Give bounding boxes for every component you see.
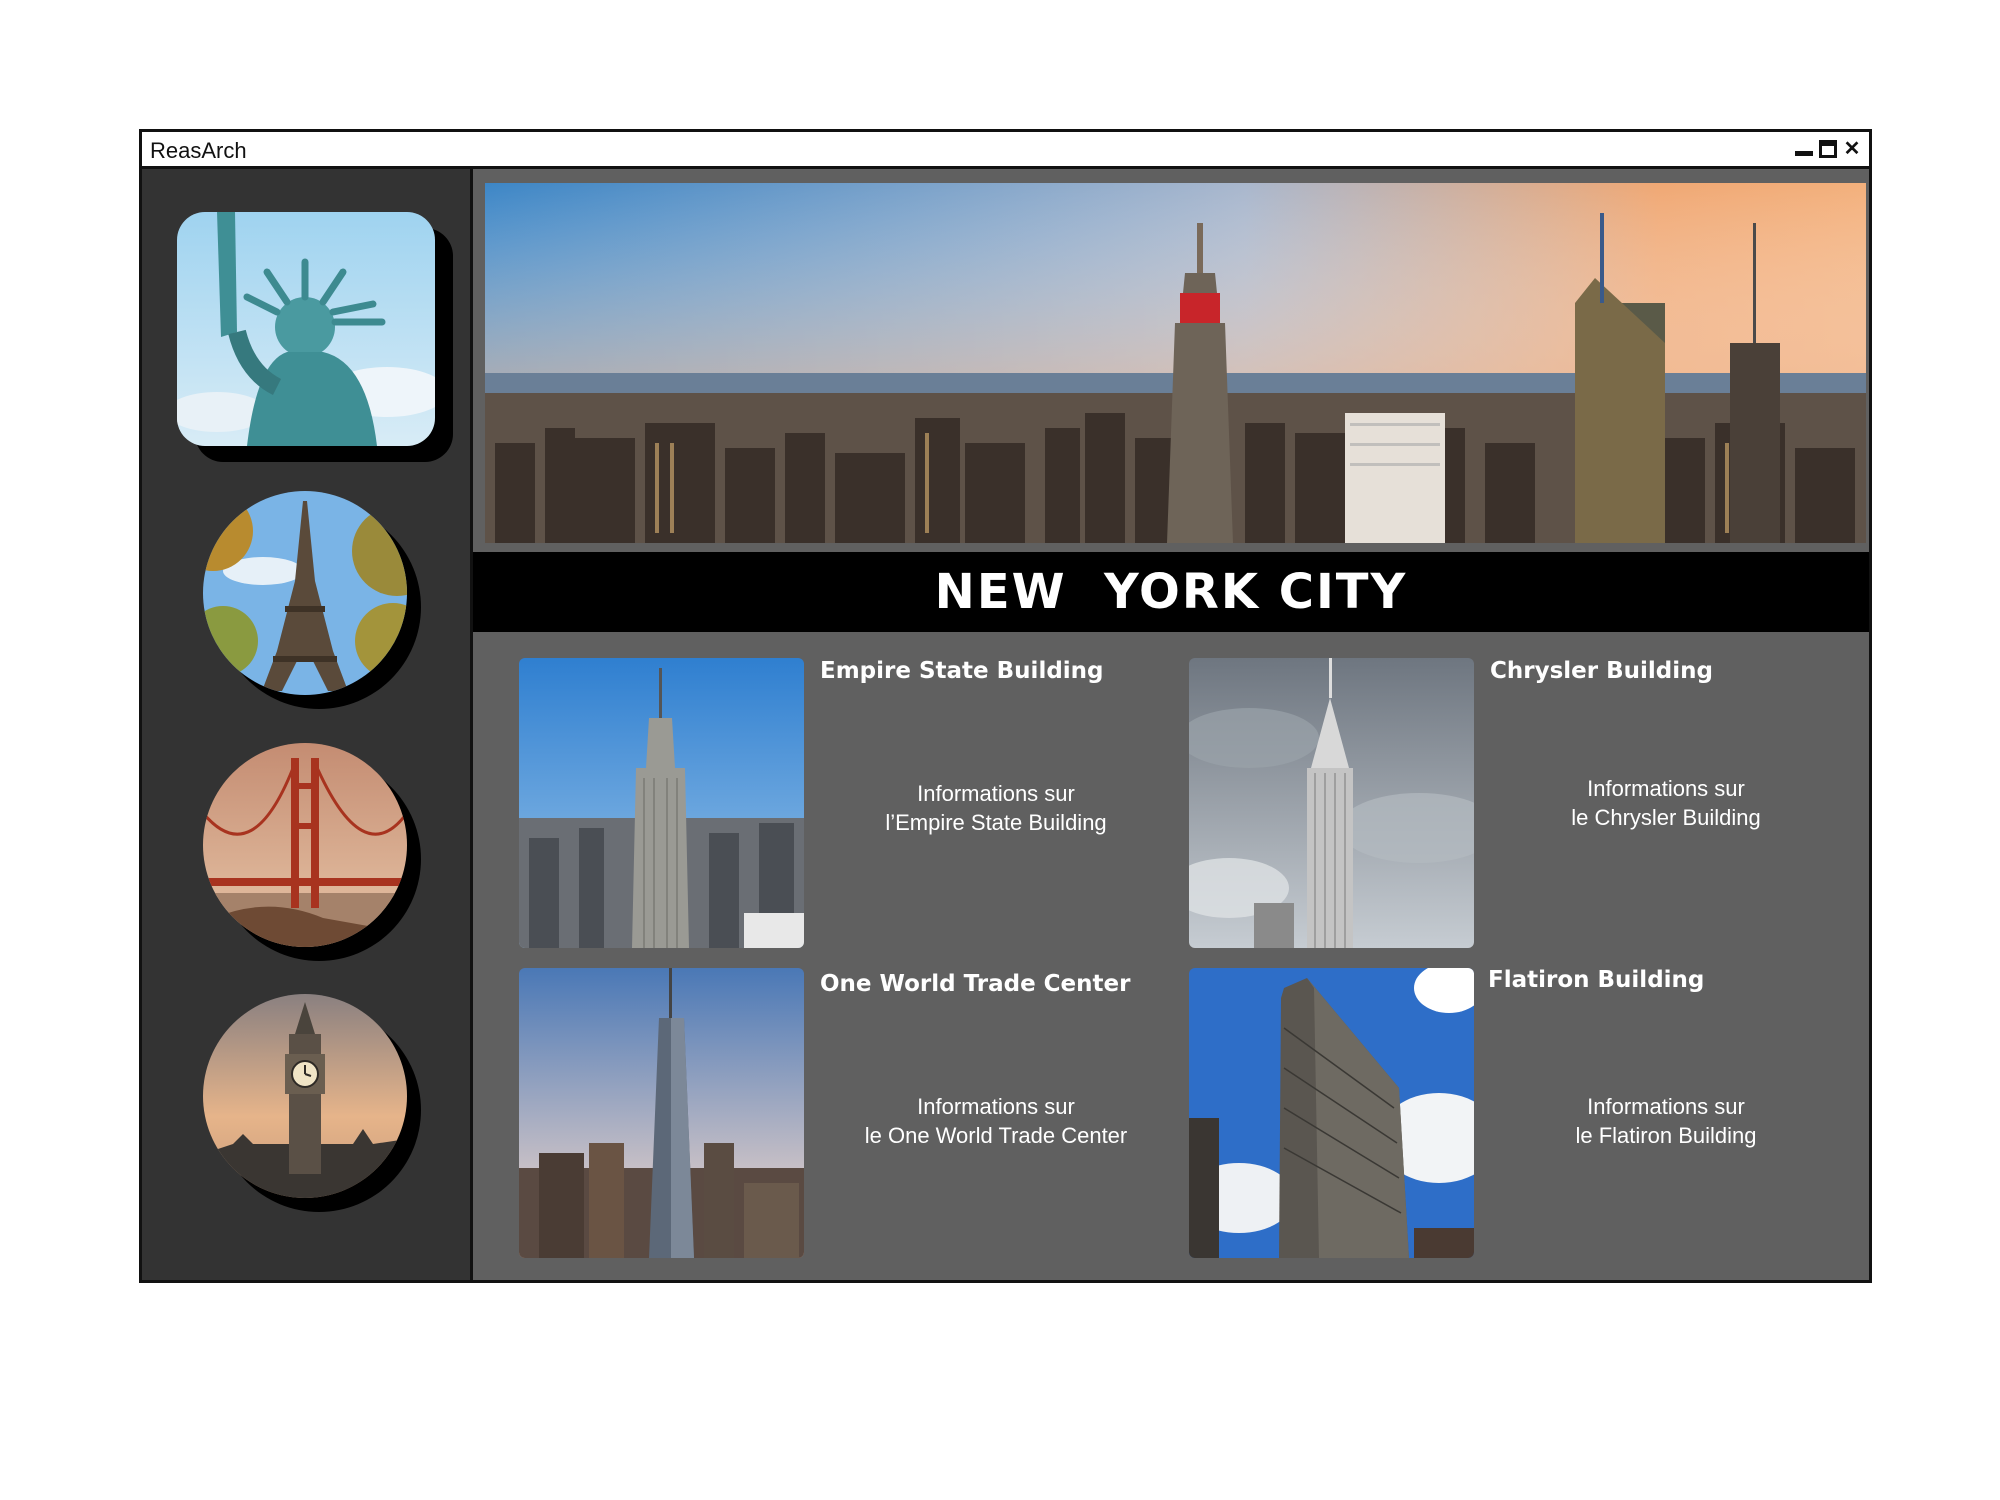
card-info: Informations sur le Flatiron Building <box>1481 1092 1851 1150</box>
minimize-icon[interactable] <box>1795 140 1813 158</box>
app-title: ReasArch <box>150 138 247 163</box>
card-info-line: l’Empire State Building <box>885 810 1107 835</box>
card-heading[interactable]: Chrysler Building <box>1490 658 1713 684</box>
page-title: NEW YORK CITY <box>934 564 1408 620</box>
main-panel: NEW YORK CITY Empire State Building Info… <box>473 169 1869 1280</box>
chrysler-image[interactable] <box>1189 658 1474 948</box>
card-info-line: le Flatiron Building <box>1575 1123 1757 1148</box>
card-info: Informations sur l’Empire State Building <box>811 779 1181 837</box>
one-world-trade-center-image[interactable] <box>519 968 804 1258</box>
card-info-line: le One World Trade Center <box>864 1123 1128 1148</box>
page-title-band: NEW YORK CITY <box>473 552 1869 632</box>
empire-state-image[interactable] <box>519 658 804 948</box>
card-info-line: Informations sur <box>917 781 1075 806</box>
title-bar: ReasArch ✕ <box>142 132 1869 169</box>
flatiron-image[interactable] <box>1189 968 1474 1258</box>
app-window: ReasArch ✕ NEW YORK CITY Empire State Bu… <box>139 129 1872 1283</box>
card-heading[interactable]: Flatiron Building <box>1488 967 1704 993</box>
card-info-line: Informations sur <box>1587 776 1745 801</box>
card-info-line: Informations sur <box>917 1094 1075 1119</box>
statue-of-liberty-image <box>177 212 435 446</box>
card-heading[interactable]: Empire State Building <box>820 658 1104 684</box>
card-heading[interactable]: One World Trade Center <box>820 971 1130 997</box>
maximize-icon[interactable] <box>1819 140 1837 158</box>
card-info: Informations sur le One World Trade Cent… <box>811 1092 1181 1150</box>
nyc-skyline-banner <box>485 183 1866 543</box>
sidebar <box>142 169 473 1280</box>
close-icon[interactable]: ✕ <box>1843 139 1861 159</box>
eiffel-tower-image <box>203 491 407 695</box>
golden-gate-bridge-image <box>203 743 407 947</box>
big-ben-image <box>203 994 407 1198</box>
card-info: Informations sur le Chrysler Building <box>1481 774 1851 832</box>
card-info-line: le Chrysler Building <box>1571 805 1761 830</box>
window-controls: ✕ <box>1795 139 1861 159</box>
card-info-line: Informations sur <box>1587 1094 1745 1119</box>
